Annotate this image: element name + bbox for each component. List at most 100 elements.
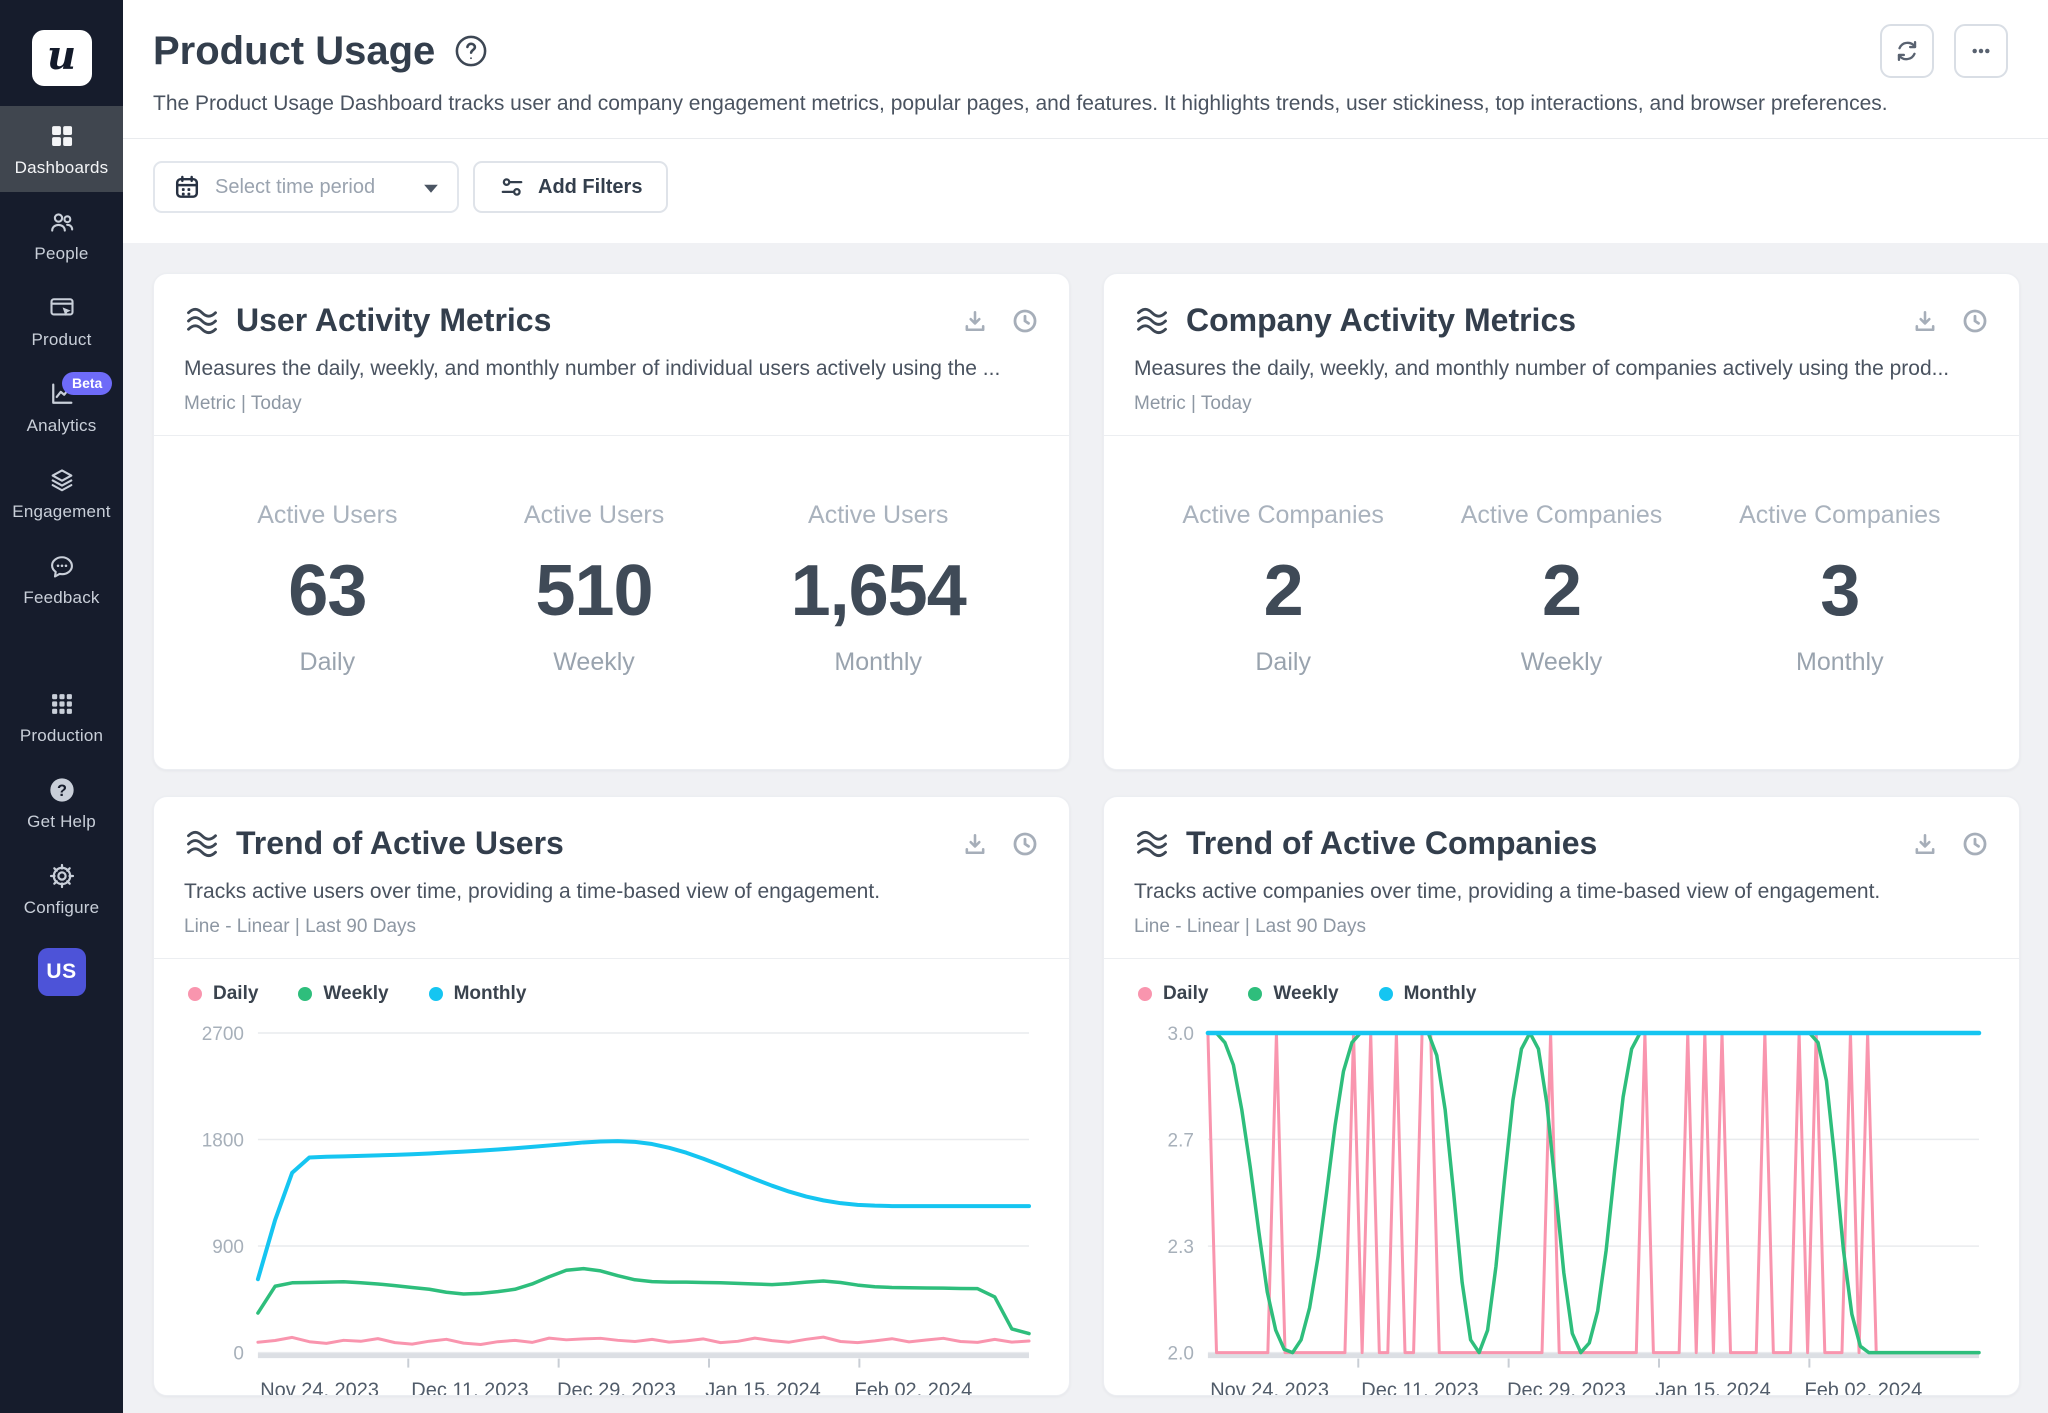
clock-icon[interactable] [1961, 830, 1989, 858]
svg-text:0: 0 [233, 1344, 244, 1365]
page-header: Product Usage The Product Usage Dashboar… [123, 0, 2048, 139]
stat-value: 1,654 [791, 550, 966, 632]
legend-item-daily[interactable]: Daily [1138, 983, 1208, 1005]
trend-chart-icon [1134, 303, 1170, 339]
time-period-select[interactable]: Select time period [153, 161, 459, 213]
trend-chart-icon [184, 826, 220, 862]
legend-item-daily[interactable]: Daily [188, 983, 258, 1005]
chevron-down-icon [423, 181, 439, 193]
legend-dot [1138, 987, 1152, 1001]
stat-value: 2 [1182, 550, 1383, 632]
sidebar-item-production[interactable]: Production [0, 674, 123, 760]
add-filters-button[interactable]: Add Filters [473, 161, 668, 213]
svg-text:Jan 15, 2024: Jan 15, 2024 [1655, 1380, 1770, 1396]
download-icon[interactable] [1911, 307, 1939, 335]
svg-text:900: 900 [212, 1237, 244, 1258]
card-meta: Metric | Today [1134, 393, 1989, 435]
sidebar-item-label: Feedback [23, 588, 99, 608]
svg-text:Dec 29, 2023: Dec 29, 2023 [557, 1380, 676, 1396]
sidebar-item-feedback[interactable]: Feedback [0, 536, 123, 622]
stat-label: Active Companies [1739, 501, 1940, 530]
legend-dot [429, 987, 443, 1001]
svg-text:Feb 02, 2024: Feb 02, 2024 [855, 1380, 973, 1396]
main-area: Product Usage The Product Usage Dashboar… [123, 0, 2048, 1413]
sidebar-item-analytics[interactable]: Analytics Beta [0, 364, 123, 450]
dashboards-icon [48, 122, 76, 150]
legend-label: Weekly [1273, 983, 1338, 1005]
stat-value: 510 [524, 550, 664, 632]
stat-monthly: Active Companies 3 Monthly [1739, 501, 1940, 677]
stat-period: Weekly [1461, 648, 1662, 677]
card-description: Measures the daily, weekly, and monthly … [184, 357, 1039, 381]
svg-text:1800: 1800 [202, 1131, 244, 1152]
legend-dot [1248, 987, 1262, 1001]
stat-period: Daily [1182, 648, 1383, 677]
download-icon[interactable] [1911, 830, 1939, 858]
sidebar-item-label: Production [20, 726, 103, 746]
page-title: Product Usage [153, 29, 435, 74]
legend-dot [298, 987, 312, 1001]
svg-text:Dec 29, 2023: Dec 29, 2023 [1507, 1380, 1626, 1396]
chart-legend: Daily Weekly Monthly [188, 983, 1039, 1005]
help-icon[interactable] [453, 33, 489, 69]
legend-item-monthly[interactable]: Monthly [429, 983, 527, 1005]
legend-dot [1379, 987, 1393, 1001]
card-title: Trend of Active Companies [1186, 825, 1597, 862]
legend-item-weekly[interactable]: Weekly [298, 983, 388, 1005]
svg-text:2.3: 2.3 [1168, 1237, 1194, 1258]
svg-text:Dec 11, 2023: Dec 11, 2023 [1361, 1380, 1478, 1396]
stat-period: Daily [257, 648, 397, 677]
legend-dot [188, 987, 202, 1001]
sidebar-nav: Dashboards People Product Analytics [0, 106, 123, 996]
download-icon[interactable] [961, 307, 989, 335]
svg-text:2700: 2700 [202, 1024, 244, 1045]
sidebar-item-people[interactable]: People [0, 192, 123, 278]
legend-label: Weekly [323, 983, 388, 1005]
card-meta: Line - Linear | Last 90 Days [1134, 916, 1989, 958]
card-user-activity-metrics: User Activity Metrics Measures the daily… [153, 273, 1070, 770]
calendar-icon [173, 173, 201, 201]
people-icon [48, 208, 76, 236]
product-icon [48, 294, 76, 322]
stat-period: Weekly [524, 648, 664, 677]
legend-item-weekly[interactable]: Weekly [1248, 983, 1338, 1005]
sidebar-item-label: Analytics [27, 416, 97, 436]
sidebar-item-configure[interactable]: Configure [0, 846, 123, 932]
header-actions [1880, 24, 2008, 78]
line-chart-active-companies: 2.02.32.73.0Nov 24, 2023Dec 11, 2023Dec … [1134, 1013, 1989, 1396]
card-title: Company Activity Metrics [1186, 302, 1576, 339]
sidebar-item-label: Product [32, 330, 92, 350]
sidebar-item-get-help[interactable]: ? Get Help [0, 760, 123, 846]
card-title: User Activity Metrics [236, 302, 551, 339]
app-logo[interactable]: u [32, 30, 92, 86]
clock-icon[interactable] [1011, 307, 1039, 335]
stat-period: Monthly [791, 648, 966, 677]
legend-label: Monthly [1404, 983, 1477, 1005]
logo-u-glyph: u [47, 32, 76, 79]
legend-item-monthly[interactable]: Monthly [1379, 983, 1477, 1005]
trend-chart-icon [1134, 826, 1170, 862]
clock-icon[interactable] [1011, 830, 1039, 858]
user-avatar[interactable]: US [38, 948, 86, 996]
sidebar-item-dashboards[interactable]: Dashboards [0, 106, 123, 192]
stat-label: Active Companies [1461, 501, 1662, 530]
clock-icon[interactable] [1961, 307, 1989, 335]
more-options-button[interactable] [1954, 24, 2008, 78]
download-icon[interactable] [961, 830, 989, 858]
stats-row: Active Companies 2 Daily Active Companie… [1104, 501, 2019, 677]
svg-text:2.0: 2.0 [1168, 1344, 1194, 1365]
stat-value: 3 [1739, 550, 1940, 632]
svg-text:?: ? [57, 782, 67, 800]
sidebar: u Dashboards People Product [0, 0, 123, 1413]
time-period-placeholder: Select time period [215, 176, 409, 199]
production-icon [48, 690, 76, 718]
legend-label: Daily [213, 983, 258, 1005]
card-description: Measures the daily, weekly, and monthly … [1134, 357, 1989, 381]
card-meta: Metric | Today [184, 393, 1039, 435]
feedback-icon [48, 552, 76, 580]
filter-bar: Select time period Add Filters [123, 139, 2048, 243]
sidebar-item-engagement[interactable]: Engagement [0, 450, 123, 536]
refresh-button[interactable] [1880, 24, 1934, 78]
stat-label: Active Companies [1182, 501, 1383, 530]
sidebar-item-product[interactable]: Product [0, 278, 123, 364]
